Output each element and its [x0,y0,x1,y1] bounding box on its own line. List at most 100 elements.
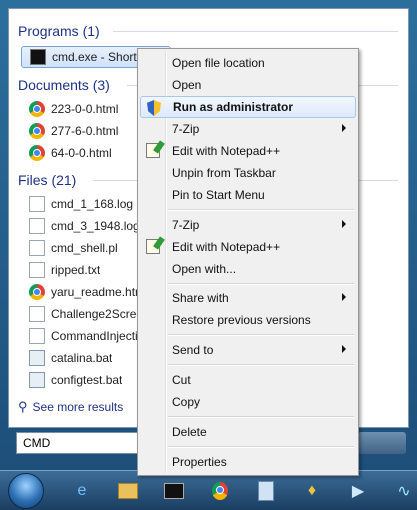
menu-item-label: Properties [172,455,227,469]
result-label: ripped.txt [51,263,101,277]
menu-separator [168,416,354,418]
see-more-label: See more results [32,400,124,414]
menu-item-label: Edit with Notepad++ [172,144,281,158]
notepad-icon[interactable] [254,480,278,502]
result-file[interactable]: catalina.bat [29,347,112,369]
menu-item-label: Run as administrator [173,100,294,114]
text-file-icon [29,240,45,256]
start-orb-button[interactable] [8,473,44,509]
text-file-icon [29,262,45,278]
menu-item-send-to[interactable]: Send to [140,339,356,361]
internet-explorer-icon[interactable]: e [70,480,94,502]
result-document[interactable]: 64-0-0.html [29,142,112,164]
uac-shield-icon [147,100,163,116]
result-file[interactable]: cmd_shell.pl [29,237,118,259]
menu-item-label: 7-Zip [172,122,200,136]
menu-separator [168,283,354,285]
context-menu: Open file location Open Run as administr… [137,48,359,476]
menu-separator [168,446,354,448]
menu-item-properties[interactable]: Properties [140,451,356,473]
submenu-arrow-icon [342,293,346,301]
files-heading: Files (21) [18,172,77,188]
batch-file-icon [29,372,45,388]
menu-item-label: Open [172,78,202,92]
result-label: configtest.bat [51,373,123,387]
chrome-icon [29,123,45,139]
pulse-icon[interactable]: ∿ [392,480,416,502]
result-file[interactable]: CommandInjection [29,325,151,347]
menu-item-copy[interactable]: Copy [140,391,356,413]
result-label: catalina.bat [51,351,113,365]
shutdown-button[interactable] [358,432,406,454]
result-file[interactable]: cmd_3_1948.log [29,215,140,237]
result-document[interactable]: 223-0-0.html [29,98,118,120]
chrome-icon [29,284,45,300]
programs-heading: Programs (1) [18,23,100,39]
menu-item-label: Open file location [172,56,265,70]
menu-item-label: Copy [172,395,201,409]
chrome-icon[interactable] [208,480,232,502]
taskbar: e ♦ ▶ ∿ [0,470,417,510]
menu-item-restore-previous-versions[interactable]: Restore previous versions [140,309,356,331]
notepad-plus-plus-icon [146,239,162,255]
search-box[interactable] [16,432,146,454]
result-label: 277-6-0.html [51,124,119,138]
menu-item-unpin-from-taskbar[interactable]: Unpin from Taskbar [140,162,356,184]
menu-item-label: Unpin from Taskbar [172,166,276,180]
text-file-icon [29,306,45,322]
menu-item-7zip[interactable]: 7-Zip [140,118,356,140]
menu-separator [168,364,354,366]
submenu-arrow-icon [342,220,346,228]
submenu-arrow-icon [342,345,346,353]
chrome-icon [29,101,45,117]
media-icon[interactable]: ▶ [346,480,370,502]
puzzle-icon[interactable]: ♦ [300,480,324,502]
menu-item-label: Share with [172,291,229,305]
menu-item-label: Restore previous versions [172,313,311,327]
menu-item-cut[interactable]: Cut [140,369,356,391]
result-label: 223-0-0.html [51,102,119,116]
result-label: cmd_shell.pl [51,241,118,255]
text-file-icon [29,218,45,234]
menu-item-label: Send to [172,343,214,357]
menu-item-open-with[interactable]: Open with... [140,258,356,280]
result-file[interactable]: configtest.bat [29,369,122,391]
result-label: cmd_3_1948.log [51,219,140,233]
result-file[interactable]: cmd_1_168.log [29,193,133,215]
menu-item-delete[interactable]: Delete [140,421,356,443]
result-file[interactable]: ripped.txt [29,259,100,281]
chrome-icon [29,145,45,161]
menu-item-edit-with-notepad[interactable]: Edit with Notepad++ [140,140,356,162]
folder-icon[interactable] [116,480,140,502]
menu-separator [168,209,354,211]
documents-heading: Documents (3) [18,77,110,93]
menu-item-label: Delete [172,425,207,439]
menu-item-7zip[interactable]: 7-Zip [140,214,356,236]
search-input[interactable] [23,436,133,450]
cmd-icon[interactable] [162,480,186,502]
submenu-arrow-icon [342,124,346,132]
menu-item-label: Open with... [172,262,237,276]
menu-item-open-file-location[interactable]: Open file location [140,52,356,74]
text-file-icon [29,328,45,344]
result-label: 64-0-0.html [51,146,112,160]
result-label: yaru_readme.html [51,285,148,299]
cmd-icon [30,49,46,65]
menu-separator [168,334,354,336]
text-file-icon [29,196,45,212]
menu-item-run-as-administrator[interactable]: Run as administrator [140,96,356,118]
menu-item-pin-to-start-menu[interactable]: Pin to Start Menu [140,184,356,206]
notepad-plus-plus-icon [146,143,162,159]
menu-item-share-with[interactable]: Share with [140,287,356,309]
menu-item-label: Cut [172,373,191,387]
result-label: cmd_1_168.log [51,197,134,211]
batch-file-icon [29,350,45,366]
menu-item-edit-with-notepad[interactable]: Edit with Notepad++ [140,236,356,258]
menu-item-label: 7-Zip [172,218,200,232]
result-file[interactable]: yaru_readme.html [29,281,148,303]
menu-item-open[interactable]: Open [140,74,356,96]
menu-item-label: Edit with Notepad++ [172,240,281,254]
result-document[interactable]: 277-6-0.html [29,120,118,142]
see-more-results-link[interactable]: ⚲ See more results [18,399,123,415]
menu-item-label: Pin to Start Menu [172,188,265,202]
